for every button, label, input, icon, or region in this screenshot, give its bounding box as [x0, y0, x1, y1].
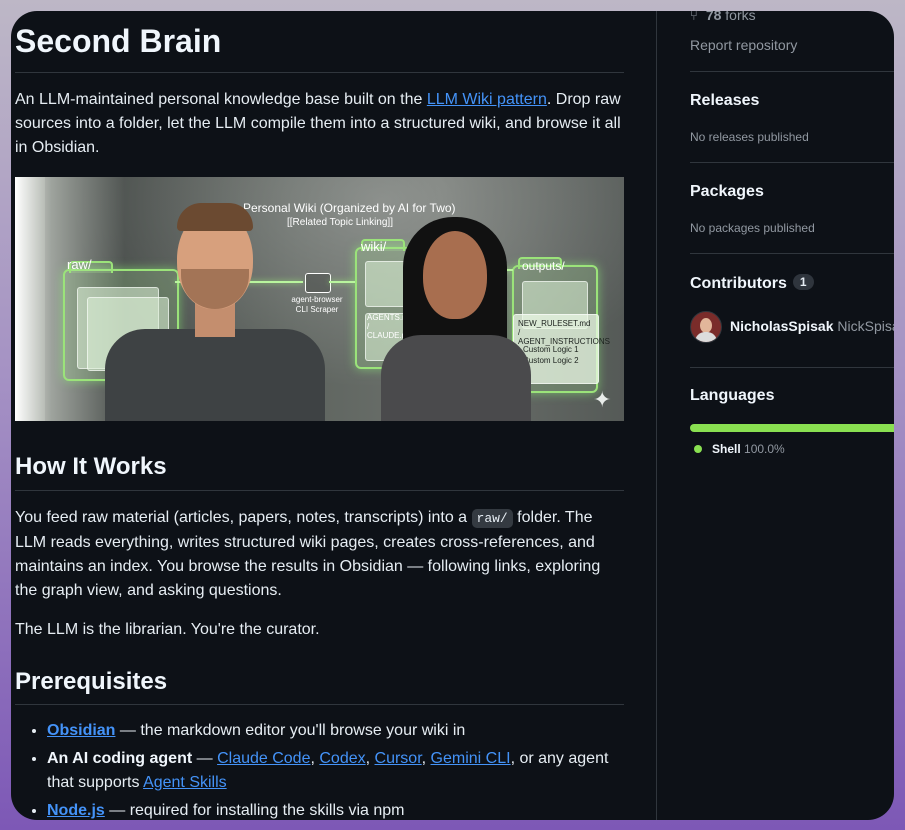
browser-window: Second Brain An LLM-maintained personal … — [11, 11, 894, 820]
man-figure — [105, 203, 325, 421]
codex-link[interactable]: Codex — [319, 750, 365, 767]
how-paragraph: You feed raw material (articles, papers,… — [15, 506, 624, 603]
nodejs-link[interactable]: Node.js — [47, 802, 105, 819]
list-item: Obsidian — the markdown editor you'll br… — [47, 719, 624, 743]
librarian-paragraph: The LLM is the librarian. You're the cur… — [15, 621, 320, 638]
no-packages-text: No packages published — [690, 221, 815, 235]
how-it-works-heading: How It Works — [15, 453, 167, 480]
no-releases-text: No releases published — [690, 130, 809, 144]
sidebar-divider — [690, 253, 894, 254]
contributor-entry[interactable]: NicholasSpisak NickSpisak — [730, 318, 894, 334]
contributor-handle: NickSpisak — [837, 318, 894, 334]
prerequisites-heading: Prerequisites — [15, 668, 168, 695]
hero-image: raw/ agent-browser CLI Scraper Personal … — [15, 177, 624, 421]
contributors-heading[interactable]: Contributors 1 — [690, 274, 814, 293]
intro-paragraph: An LLM-maintained personal knowledge bas… — [15, 88, 624, 160]
readme-title: Second Brain — [15, 23, 222, 59]
cursor-link[interactable]: Cursor — [375, 750, 422, 767]
title-divider — [15, 72, 624, 73]
contributors-count-badge: 1 — [792, 274, 814, 290]
raw-label: raw/ — [67, 257, 92, 272]
agent-skills-link[interactable]: Agent Skills — [143, 774, 227, 791]
agent-bold-label: An AI coding agent — [47, 750, 193, 767]
contributor-username: NicholasSpisak — [730, 318, 834, 334]
forks-link[interactable]: ⑂ 78 forks — [690, 11, 756, 23]
claude-code-link[interactable]: Claude Code — [217, 750, 310, 767]
sidebar-divider — [690, 367, 894, 368]
intro-text: An LLM-maintained personal knowledge bas… — [15, 91, 427, 108]
obsidian-link[interactable]: Obsidian — [47, 722, 115, 739]
prereq-divider — [15, 704, 624, 705]
report-repository-link[interactable]: Report repository — [690, 37, 797, 53]
repo-sidebar: ⑂ 78 forks Report repository Releases No … — [656, 11, 894, 820]
sidebar-divider — [690, 162, 894, 163]
packages-heading[interactable]: Packages — [690, 183, 764, 201]
sparkle-icon: ✦ — [593, 387, 612, 412]
language-color-dot — [694, 445, 702, 453]
fork-icon: ⑂ — [690, 11, 698, 23]
list-item: An AI coding agent — Claude Code, Codex,… — [47, 747, 624, 795]
language-entry[interactable]: Shell 100.0% — [694, 442, 785, 456]
list-item: Node.js — required for installing the sk… — [47, 799, 624, 820]
language-percent: 100.0% — [744, 442, 785, 456]
prerequisites-list: Obsidian — the markdown editor you'll br… — [15, 719, 624, 820]
sidebar-divider — [690, 71, 894, 72]
llm-wiki-pattern-link[interactable]: LLM Wiki pattern — [427, 91, 547, 108]
raw-code: raw/ — [471, 509, 513, 528]
releases-heading[interactable]: Releases — [690, 92, 759, 110]
languages-heading: Languages — [690, 387, 775, 404]
language-bar — [690, 424, 894, 432]
how-divider — [15, 490, 624, 491]
avatar[interactable] — [690, 311, 722, 343]
gemini-cli-link[interactable]: Gemini CLI — [431, 750, 511, 767]
language-name: Shell — [712, 442, 741, 456]
connector-line — [329, 281, 355, 283]
woman-figure — [375, 217, 545, 421]
how-text: You feed raw material (articles, papers,… — [15, 509, 472, 526]
